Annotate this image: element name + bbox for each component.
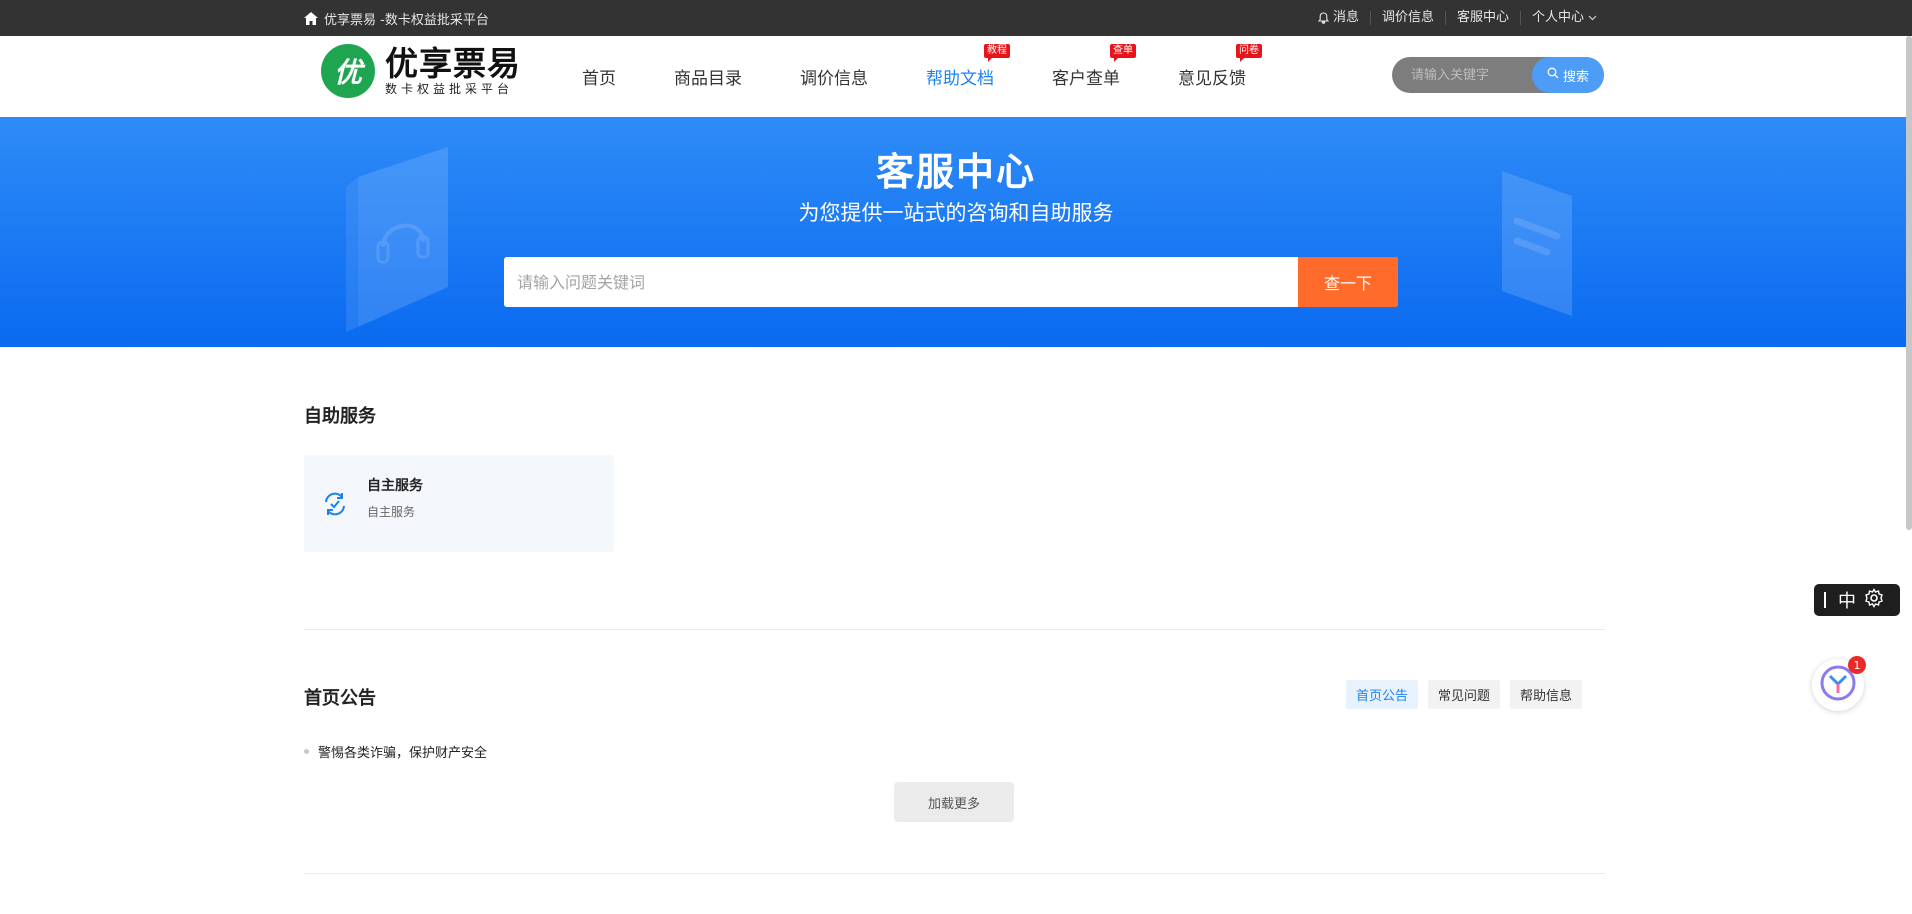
nav-price-info-label: 调价信息 <box>800 69 868 89</box>
personal-center-label: 个人中心 <box>1531 10 1584 25</box>
chevron-down-icon <box>1588 11 1597 25</box>
ime-toolbar[interactable]: 中 <box>1814 584 1900 616</box>
nav-feedback-label: 意见反馈 <box>1178 69 1246 89</box>
self-service-card[interactable]: 自主服务 自主服务 <box>304 455 614 552</box>
question-search-button[interactable]: 查一下 <box>1298 257 1398 307</box>
hero-subtitle: 为您提供一站式的咨询和自助服务 <box>798 201 1114 225</box>
nav-help-docs-label: 帮助文档 <box>926 69 994 89</box>
site-title: 优享票易 -数卡权益批采平台 <box>324 12 489 28</box>
nav-home-label: 首页 <box>582 69 616 89</box>
announcement-tabs: 首页公告 常见问题 帮助信息 <box>1346 680 1583 709</box>
hero-banner: 客服中心 为您提供一站式的咨询和自助服务 查一下 <box>0 117 1912 347</box>
nav-badge-survey: 问卷 <box>1236 44 1262 62</box>
question-search-input[interactable] <box>504 257 1298 307</box>
service-card-title: 自主服务 <box>367 478 423 494</box>
nav-help-docs[interactable]: 帮助文档 教程 <box>926 44 1010 89</box>
nav-order-query-label: 客户查单 <box>1052 69 1120 89</box>
nav-badge-query: 查单 <box>1110 44 1136 62</box>
announcements-title: 首页公告 <box>304 688 376 709</box>
tab-home-notice[interactable]: 首页公告 <box>1346 680 1419 709</box>
top-bar: 优享票易 -数卡权益批采平台 消息 调价信息 客服中心 个人中心 <box>0 0 1912 36</box>
messages-label: 消息 <box>1332 10 1359 25</box>
notification-badge: 1 <box>1848 656 1866 674</box>
site-info[interactable]: 优享票易 -数卡权益批采平台 <box>304 9 489 28</box>
nav-feedback[interactable]: 意见反馈 问卷 <box>1178 44 1262 89</box>
header-search-input[interactable] <box>1392 57 1532 93</box>
bottom-divider <box>304 873 1605 874</box>
hero-title: 客服中心 <box>875 150 1036 194</box>
service-card-description: 自主服务 <box>367 505 416 519</box>
tab-faq[interactable]: 常见问题 <box>1428 680 1501 709</box>
header: 优 优享票易 数卡权益批采平台 首页 商品目录 调价信息 帮助文档 教程 客户查… <box>0 36 1912 117</box>
refresh-check-icon <box>322 491 348 521</box>
header-search-button[interactable]: 搜索 <box>1532 57 1604 93</box>
messages-link[interactable]: 消息 <box>1307 11 1370 25</box>
home-icon[interactable] <box>304 11 318 25</box>
header-search-label: 搜索 <box>1562 69 1589 85</box>
search-icon <box>1547 67 1559 83</box>
ime-cursor <box>1824 592 1826 608</box>
tab-help-info[interactable]: 帮助信息 <box>1510 680 1583 709</box>
page: 优享票易 -数卡权益批采平台 消息 调价信息 客服中心 个人中心 优 优享票易 … <box>0 0 1912 914</box>
service-center-link[interactable]: 客服中心 <box>1444 10 1520 25</box>
bullet-dot <box>304 749 309 754</box>
assistant-button[interactable]: 1 <box>1812 656 1866 711</box>
logo[interactable]: 优 优享票易 数卡权益批采平台 <box>321 44 521 98</box>
nav-price-info[interactable]: 调价信息 <box>800 64 868 89</box>
nav-catalog-label: 商品目录 <box>674 69 742 89</box>
personal-center-link[interactable]: 个人中心 <box>1519 10 1608 25</box>
nav-catalog[interactable]: 商品目录 <box>674 64 742 89</box>
self-service-title: 自助服务 <box>304 406 376 427</box>
scrollbar-thumb[interactable] <box>1906 36 1912 530</box>
top-links: 消息 调价信息 客服中心 个人中心 <box>1307 11 1608 25</box>
top-bar-inner: 优享票易 -数卡权益批采平台 消息 调价信息 客服中心 个人中心 <box>304 0 1608 36</box>
main-nav: 首页 商品目录 调价信息 帮助文档 教程 客户查单 查单 意见反馈 问卷 <box>582 36 1304 117</box>
nav-badge-tutorial: 教程 <box>984 44 1010 62</box>
hero-search: 查一下 <box>504 257 1398 307</box>
ime-mode[interactable]: 中 <box>1838 587 1856 613</box>
notice-text: 警惕各类诈骗，保护财产安全 <box>318 746 488 761</box>
logo-mark: 优 <box>321 44 375 98</box>
price-adjust-label: 调价信息 <box>1381 10 1434 25</box>
logo-title: 优享票易 <box>385 44 521 83</box>
gear-icon[interactable] <box>1864 588 1884 612</box>
logo-text: 优享票易 数卡权益批采平台 <box>385 44 521 97</box>
nav-order-query[interactable]: 客户查单 查单 <box>1052 44 1136 89</box>
load-more-button[interactable]: 加载更多 <box>894 782 1014 822</box>
logo-subtitle: 数卡权益批采平台 <box>385 82 514 96</box>
bell-icon <box>1317 12 1329 24</box>
section-divider <box>304 629 1605 630</box>
list-item[interactable]: 警惕各类诈骗，保护财产安全 <box>304 742 487 761</box>
header-search: 搜索 <box>1392 57 1604 93</box>
service-center-label: 客服中心 <box>1456 10 1509 25</box>
nav-home[interactable]: 首页 <box>582 64 616 89</box>
price-adjust-link[interactable]: 调价信息 <box>1369 10 1445 25</box>
